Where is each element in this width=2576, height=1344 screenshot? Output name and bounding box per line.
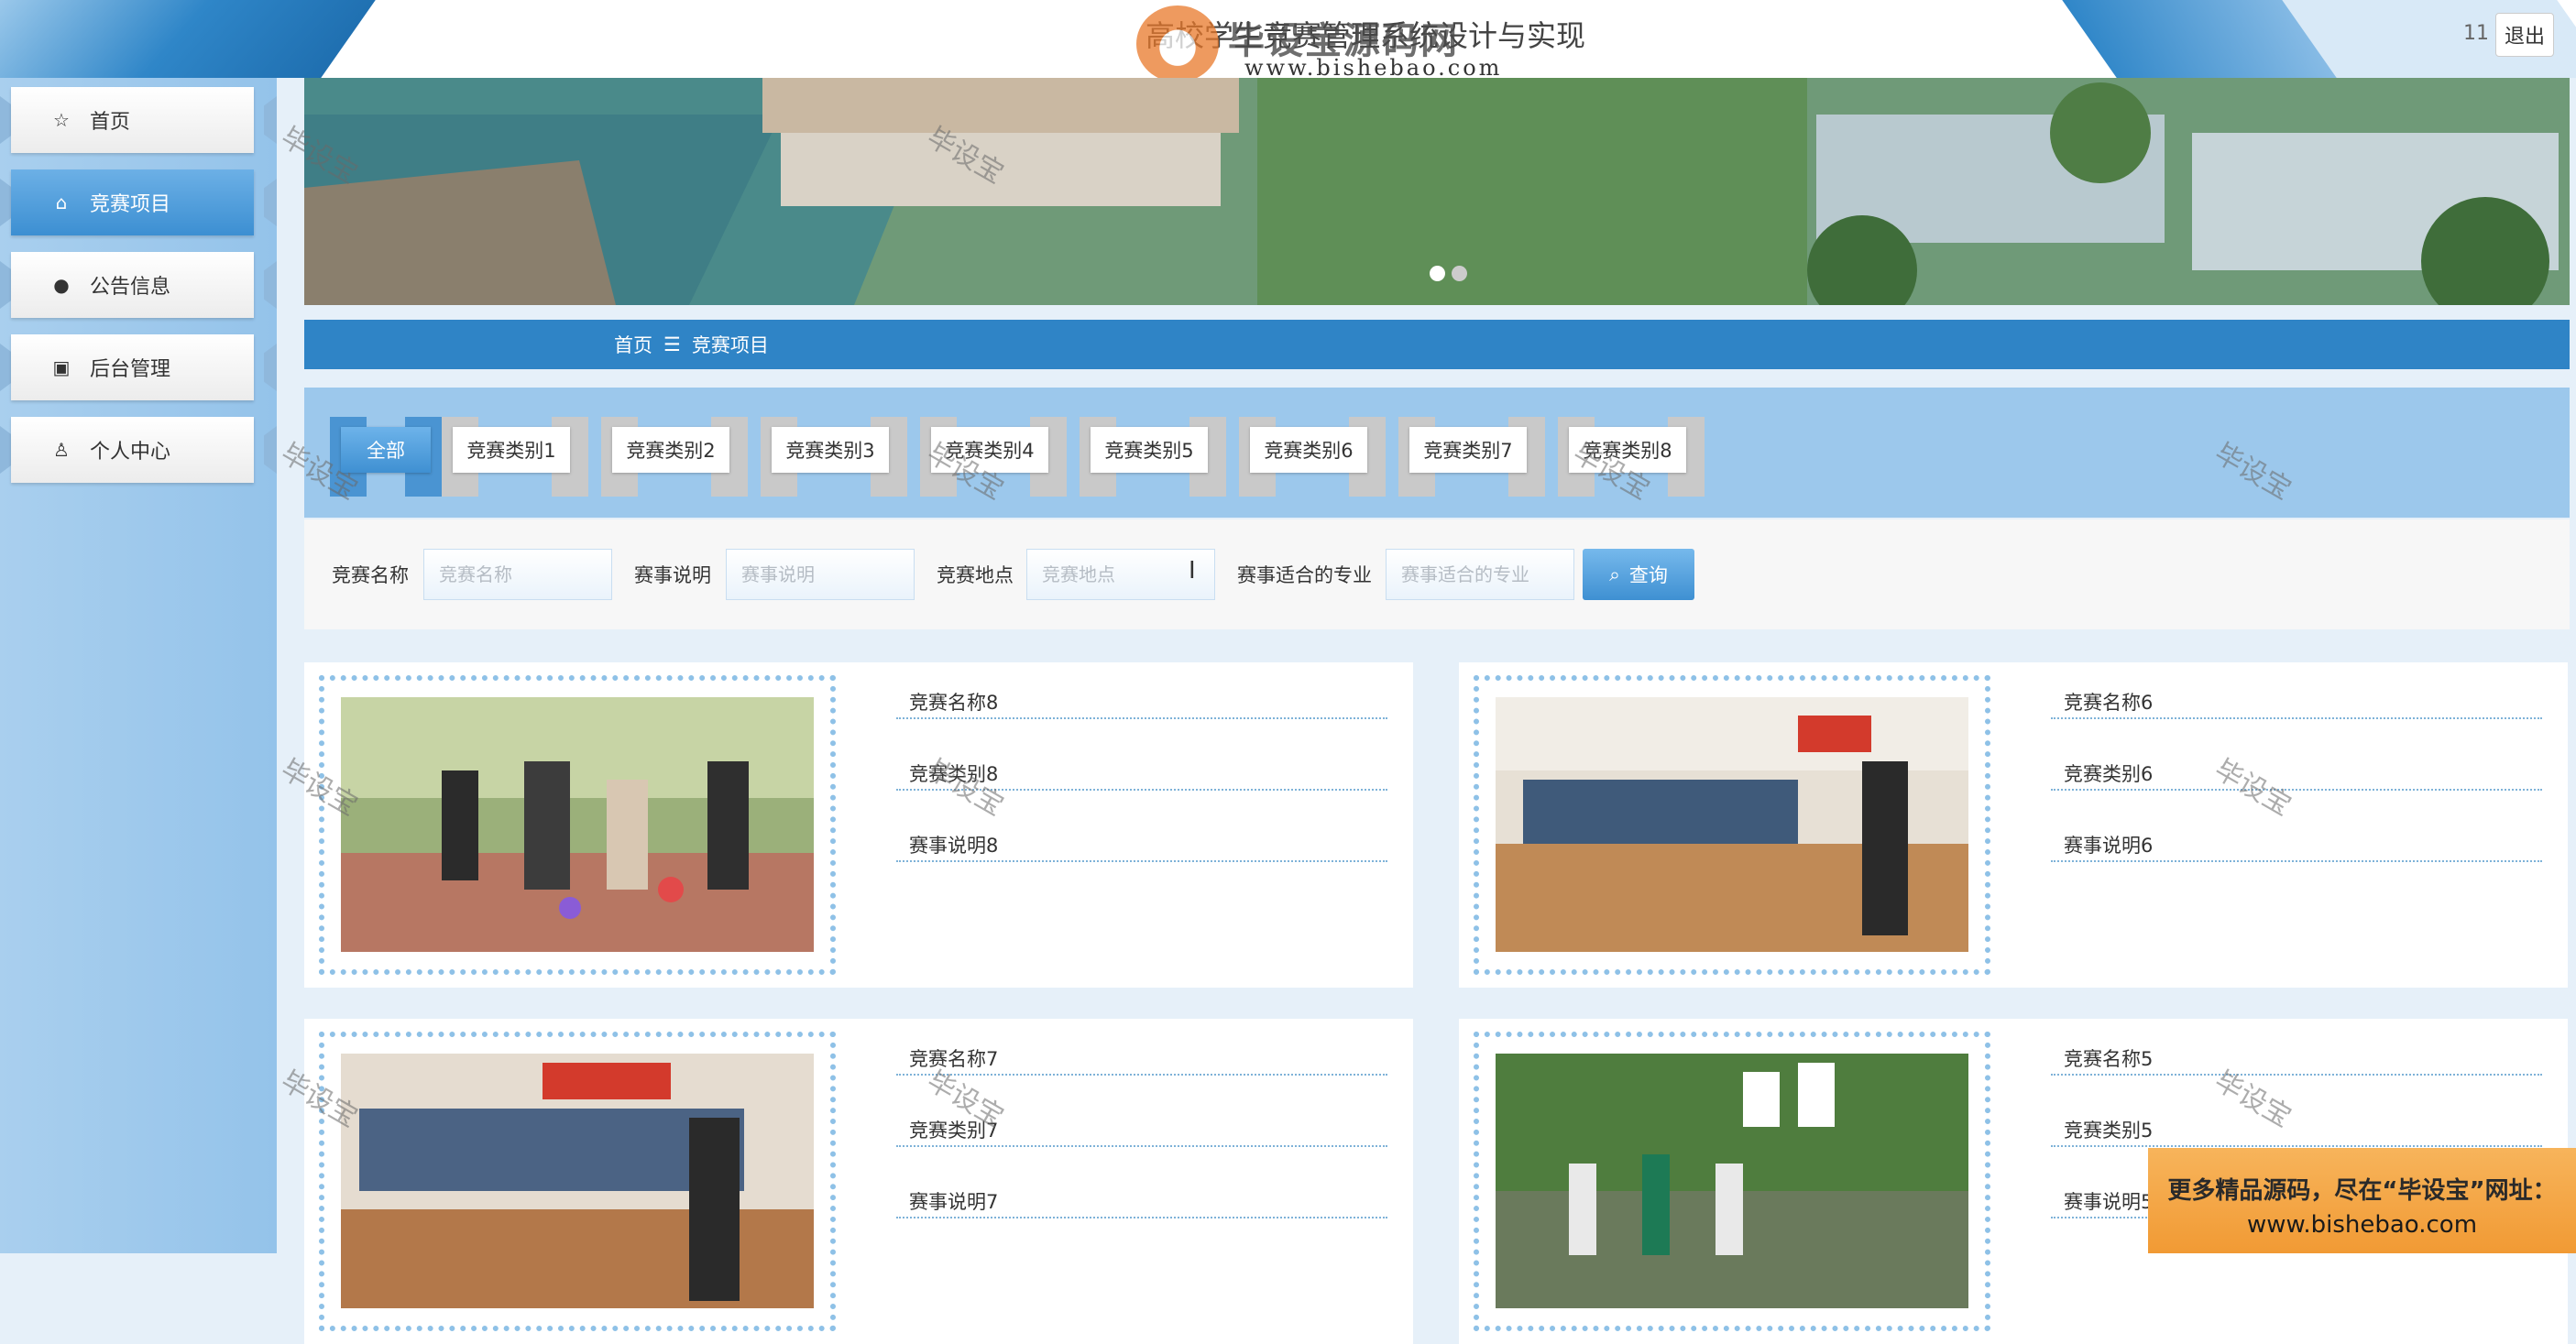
competition-description: 赛事说明8 xyxy=(896,831,1387,862)
major-label: 赛事适合的专业 xyxy=(1237,564,1372,586)
header-decor-stripe xyxy=(0,0,376,78)
sidebar-item-announcements[interactable]: ● 公告信息 xyxy=(0,252,277,318)
carousel-dot[interactable] xyxy=(1452,266,1467,281)
competition-description: 赛事说明6 xyxy=(2051,831,2542,862)
competition-name: 竞赛名称8 xyxy=(896,688,1387,719)
star-icon: ☆ xyxy=(53,109,70,131)
competition-card[interactable]: 竞赛名称8 竞赛类别8 赛事说明8 xyxy=(304,662,1413,988)
sidebar-item-competitions[interactable]: ⌂ 竞赛项目 xyxy=(0,169,277,235)
watermark-url: www.bishebao.com xyxy=(1244,55,1503,78)
search-bar: 竞赛名称 赛事说明 竞赛地点 赛事适合的专业 ⌕ 查询 xyxy=(304,519,2570,629)
description-label: 赛事说明 xyxy=(634,564,711,586)
top-bar: 高校学生竞赛管理系统设计与实现 毕设宝源码网 www.bishebao.com … xyxy=(0,0,2576,78)
category-tabs: 全部 竞赛类别1 竞赛类别2 竞赛类别3 竞赛类别4 竞赛类别5 竞赛类别6 竞… xyxy=(304,388,2570,518)
competition-photo[interactable] xyxy=(341,1054,814,1308)
competition-name: 竞赛名称5 xyxy=(2051,1044,2542,1076)
tab-category-6[interactable]: 竞赛类别6 xyxy=(1239,417,1386,497)
location-label: 竞赛地点 xyxy=(937,564,1014,586)
breadcrumb-home[interactable]: 首页 xyxy=(614,331,652,358)
bag-icon: ⌂ xyxy=(55,191,68,213)
description-input[interactable] xyxy=(726,549,915,600)
major-input[interactable] xyxy=(1386,549,1574,600)
sidebar-item-label: 个人中心 xyxy=(90,441,171,464)
breadcrumb: 首页 ☰ 竞赛项目 xyxy=(304,320,2570,369)
tab-category-8[interactable]: 竞赛类别8 xyxy=(1558,417,1705,497)
tab-category-all[interactable]: 全部 xyxy=(330,417,442,497)
alert-icon: ● xyxy=(53,274,70,296)
person-icon: ♙ xyxy=(53,439,70,461)
breadcrumb-separator-icon: ☰ xyxy=(663,333,681,355)
competition-card[interactable]: 竞赛名称6 竞赛类别6 赛事说明6 xyxy=(1459,662,2568,988)
briefcase-icon: ▣ xyxy=(52,356,71,378)
query-button[interactable]: ⌕ 查询 xyxy=(1583,549,1694,600)
tab-category-4[interactable]: 竞赛类别4 xyxy=(920,417,1067,497)
sidebar-item-label: 竞赛项目 xyxy=(90,193,171,216)
query-button-label: 查询 xyxy=(1628,564,1668,586)
promo-text: 更多精品源码，尽在“毕设宝”网址： xyxy=(2167,1177,2557,1205)
logout-button[interactable]: 退出 xyxy=(2495,13,2554,57)
competition-category: 竞赛类别6 xyxy=(2051,759,2542,791)
sidebar-item-profile[interactable]: ♙ 个人中心 xyxy=(0,417,277,483)
competition-category: 竞赛类别7 xyxy=(896,1116,1387,1147)
search-icon: ⌕ xyxy=(1609,563,1620,585)
promo-badge[interactable]: 更多精品源码，尽在“毕设宝”网址： www.bishebao.com xyxy=(2148,1148,2576,1253)
sidebar-item-label: 公告信息 xyxy=(90,276,171,299)
competition-description: 赛事说明7 xyxy=(896,1187,1387,1218)
sidebar-item-admin[interactable]: ▣ 后台管理 xyxy=(0,334,277,400)
sidebar: ☆ 首页 ⌂ 竞赛项目 ● 公告信息 ▣ 后台管理 ♙ 个人中心 xyxy=(0,78,277,1253)
competition-photo[interactable] xyxy=(1496,697,1968,952)
sidebar-item-label: 后台管理 xyxy=(90,358,171,381)
breadcrumb-current: 竞赛项目 xyxy=(691,334,769,356)
text-cursor-icon: I xyxy=(1189,557,1196,585)
competition-name-input[interactable] xyxy=(423,549,612,600)
sidebar-item-home[interactable]: ☆ 首页 xyxy=(0,87,277,153)
tab-category-1[interactable]: 竞赛类别1 xyxy=(442,417,588,497)
tab-category-5[interactable]: 竞赛类别5 xyxy=(1080,417,1226,497)
competition-name: 竞赛名称7 xyxy=(896,1044,1387,1076)
promo-url: www.bishebao.com xyxy=(2246,1211,2478,1239)
sidebar-item-label: 首页 xyxy=(90,111,131,134)
tab-category-7[interactable]: 竞赛类别7 xyxy=(1398,417,1545,497)
competition-category: 竞赛类别5 xyxy=(2051,1116,2542,1147)
location-input[interactable] xyxy=(1026,549,1215,600)
carousel-dot[interactable] xyxy=(1430,266,1445,281)
tab-category-3[interactable]: 竞赛类别3 xyxy=(761,417,907,497)
competition-name: 竞赛名称6 xyxy=(2051,688,2542,719)
banner-carousel[interactable] xyxy=(304,78,2570,305)
watermark-logo-icon xyxy=(1136,5,1219,78)
competition-photo[interactable] xyxy=(1496,1054,1968,1308)
competition-name-label: 竞赛名称 xyxy=(332,564,409,586)
competition-category: 竞赛类别8 xyxy=(896,759,1387,791)
user-number[interactable]: 11 xyxy=(2463,22,2489,45)
competition-card[interactable]: 竞赛名称7 竞赛类别7 赛事说明7 xyxy=(304,1019,1413,1344)
competition-photo[interactable] xyxy=(341,697,814,952)
tab-category-2[interactable]: 竞赛类别2 xyxy=(601,417,748,497)
